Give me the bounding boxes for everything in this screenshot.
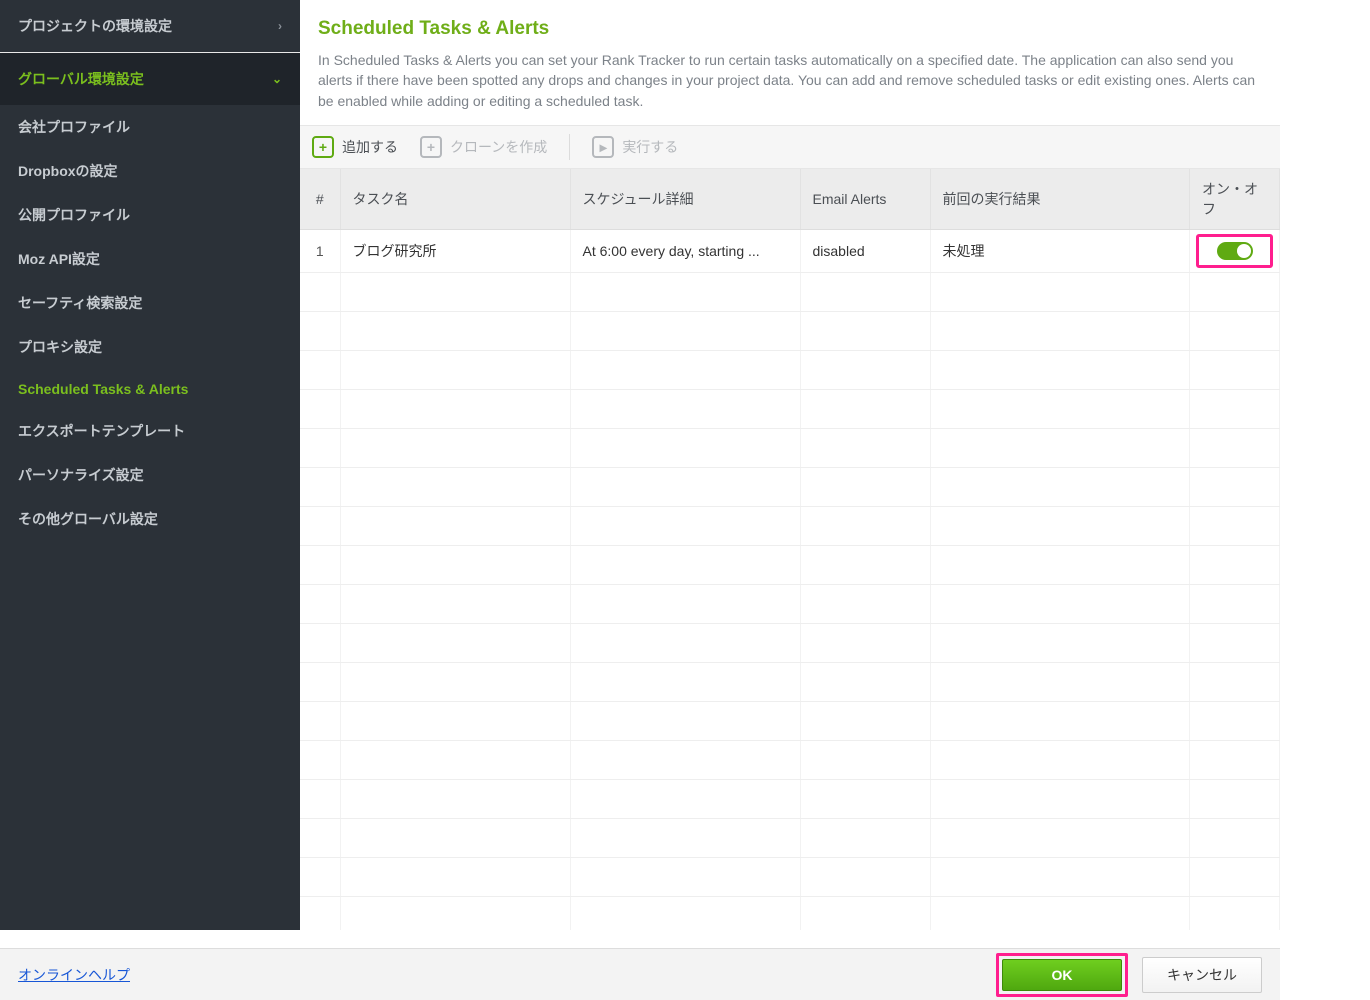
sidebar-item-0[interactable]: 会社プロファイル [0,105,300,149]
table-row-empty [300,623,1280,662]
cell-name: ブログ研究所 [340,229,570,272]
sidebar-item-1[interactable]: Dropboxの設定 [0,149,300,193]
table-row-empty [300,272,1280,311]
ok-button[interactable]: OK [1002,959,1122,991]
cell-schedule: At 6:00 every day, starting ... [570,229,800,272]
plus-icon: + [420,136,442,158]
col-alerts[interactable]: Email Alerts [800,169,930,230]
table-row-empty [300,311,1280,350]
run-label: 実行する [622,137,678,157]
table-row-empty [300,584,1280,623]
sidebar-section-label: グローバル環境設定 [18,69,144,89]
sidebar-section-label: プロジェクトの環境設定 [18,16,172,36]
col-schedule[interactable]: スケジュール詳細 [570,169,800,230]
table-row[interactable]: 1ブログ研究所At 6:00 every day, starting ...di… [300,229,1280,272]
page-description: In Scheduled Tasks & Alerts you can set … [318,50,1262,111]
sidebar-item-4[interactable]: セーフティ検索設定 [0,281,300,325]
table-row-empty [300,740,1280,779]
col-result[interactable]: 前回の実行結果 [930,169,1190,230]
sidebar-item-2[interactable]: 公開プロファイル [0,193,300,237]
cell-onoff [1190,229,1280,272]
toolbar: + 追加する + クローンを作成 ▸ 実行する [300,125,1280,169]
col-num[interactable]: # [300,169,340,230]
chevron-right-icon: › [278,19,282,33]
sidebar-item-7[interactable]: エクスポートテンプレート [0,409,300,453]
page-title: Scheduled Tasks & Alerts [318,18,1262,40]
help-link[interactable]: オンラインヘルプ [18,965,130,985]
clone-button[interactable]: + クローンを作成 [420,136,547,158]
sidebar-section-project[interactable]: プロジェクトの環境設定 › [0,0,300,53]
col-name[interactable]: タスク名 [340,169,570,230]
table-row-empty [300,779,1280,818]
add-label: 追加する [342,137,398,157]
chevron-down-icon: ⌄ [272,72,282,86]
ok-highlight: OK [996,953,1128,997]
run-button[interactable]: ▸ 実行する [592,136,678,158]
table-row-empty [300,467,1280,506]
tasks-table: # タスク名 スケジュール詳細 Email Alerts 前回の実行結果 オン・… [300,169,1280,930]
divider [569,134,570,160]
sidebar-item-9[interactable]: その他グローバル設定 [0,497,300,541]
table-row-empty [300,506,1280,545]
table-row-empty [300,701,1280,740]
table-row-empty [300,896,1280,930]
table-row-empty [300,545,1280,584]
table-row-empty [300,389,1280,428]
cell-num: 1 [300,229,340,272]
sidebar-item-8[interactable]: パーソナライズ設定 [0,453,300,497]
table-row-empty [300,857,1280,896]
cell-alerts: disabled [800,229,930,272]
sidebar-item-6[interactable]: Scheduled Tasks & Alerts [0,369,300,409]
play-icon: ▸ [592,136,614,158]
table-row-empty [300,818,1280,857]
table-row-empty [300,662,1280,701]
col-onoff[interactable]: オン・オフ [1190,169,1280,230]
clone-label: クローンを作成 [450,137,547,157]
footer: オンラインヘルプ OK キャンセル [0,948,1280,1000]
toggle-switch[interactable] [1217,242,1253,260]
table-row-empty [300,350,1280,389]
cell-result: 未処理 [930,229,1190,272]
add-button[interactable]: + 追加する [312,136,398,158]
sidebar-item-3[interactable]: Moz API設定 [0,237,300,281]
plus-icon: + [312,136,334,158]
sidebar-section-global[interactable]: グローバル環境設定 ⌄ [0,53,300,105]
main-panel: Scheduled Tasks & Alerts In Scheduled Ta… [300,0,1280,930]
sidebar: プロジェクトの環境設定 › グローバル環境設定 ⌄ 会社プロファイルDropbo… [0,0,300,930]
table-row-empty [300,428,1280,467]
sidebar-item-5[interactable]: プロキシ設定 [0,325,300,369]
cancel-button[interactable]: キャンセル [1142,957,1262,993]
